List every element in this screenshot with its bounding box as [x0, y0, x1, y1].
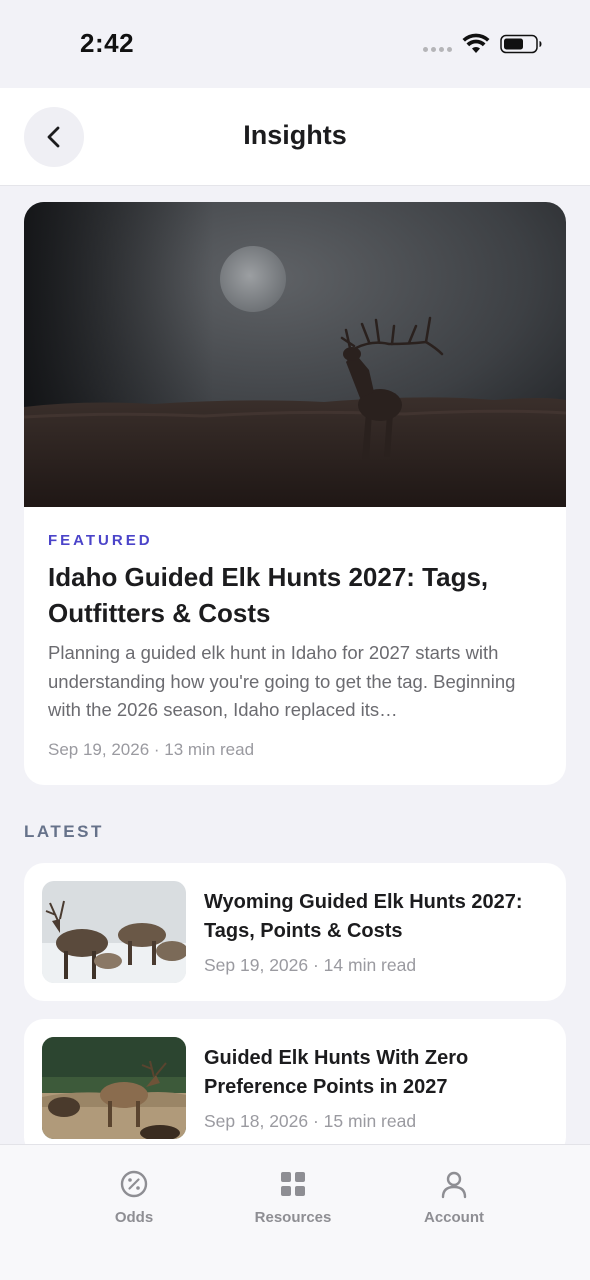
nav-header: Insights: [0, 88, 590, 186]
featured-tag: FEATURED: [48, 532, 153, 549]
tab-label: Resources: [254, 1209, 332, 1226]
article-title: Guided Elk Hunts With Zero Preference Po…: [204, 1047, 469, 1098]
article-meta: Sep 18, 2026 · 15 min read: [204, 1111, 417, 1131]
list-item[interactable]: Guided Elk Hunts With Zero Preference Po…: [24, 1019, 566, 1157]
tab-odds[interactable]: Odds: [59, 1145, 209, 1245]
cellular-signal-icon: [423, 47, 452, 52]
article-meta: Sep 19, 2026 · 14 min read: [204, 955, 417, 975]
list-item[interactable]: Wyoming Guided Elk Hunts 2027: Tags, Poi…: [24, 863, 566, 1001]
status-time: 2:42: [80, 28, 135, 58]
tab-label: Account: [424, 1209, 484, 1226]
tab-account[interactable]: Account: [379, 1145, 529, 1245]
featured-image: [24, 202, 566, 507]
featured-article-card[interactable]: FEATURED Idaho Guided Elk Hunts 2027: Ta…: [24, 202, 566, 785]
article-title: Wyoming Guided Elk Hunts 2027: Tags, Poi…: [204, 891, 523, 942]
tab-resources[interactable]: Resources: [218, 1145, 368, 1245]
tab-bar: Odds Resources Account: [0, 1144, 590, 1280]
battery-icon: [500, 34, 542, 54]
featured-title[interactable]: Idaho Guided Elk Hunts 2027: Tags, Outfi…: [48, 559, 548, 631]
wifi-icon: [462, 33, 490, 53]
featured-excerpt: Planning a guided elk hunt in Idaho for …: [48, 642, 516, 720]
tab-label: Odds: [114, 1209, 154, 1226]
article-thumbnail: [42, 881, 186, 983]
page-title: Insights: [243, 120, 347, 150]
featured-meta: Sep 19, 2026 · 13 min read: [48, 740, 255, 759]
status-bar: 2:42: [0, 0, 590, 88]
grid-icon: [281, 1172, 305, 1196]
person-icon: [441, 1171, 467, 1199]
latest-section-label: LATEST: [24, 822, 104, 841]
article-thumbnail: [42, 1037, 186, 1139]
percent-circle-icon: [120, 1170, 148, 1198]
